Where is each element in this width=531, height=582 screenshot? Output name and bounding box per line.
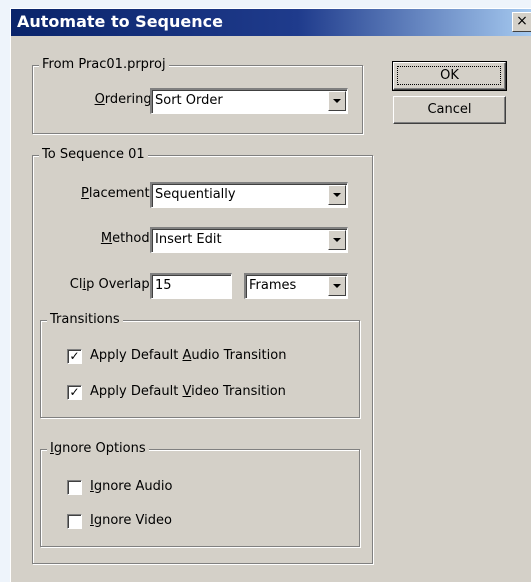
cancel-button[interactable]: Cancel xyxy=(393,96,506,124)
chevron-down-icon[interactable] xyxy=(328,276,346,296)
clip-overlap-value: 15 xyxy=(155,278,172,293)
close-icon[interactable]: × xyxy=(512,12,531,32)
dialog-title: Automate to Sequence xyxy=(17,12,223,31)
checkbox-box[interactable] xyxy=(67,480,82,495)
ignore-options-group: Ignore Options Ignore Audio Ignore Video xyxy=(40,441,360,547)
automate-to-sequence-dialog: Automate to Sequence × From Prac01.prpro… xyxy=(10,8,531,582)
ordering-value: Sort Order xyxy=(155,93,223,108)
clip-overlap-input[interactable]: 15 xyxy=(150,273,232,299)
placement-select[interactable]: Sequentially xyxy=(150,182,348,208)
to-sequence-group: To Sequence 01 Placement: Sequentially M… xyxy=(32,147,373,564)
ignore-video-label: Ignore Video xyxy=(90,513,172,528)
clip-overlap-label: Clip Overlap: xyxy=(69,277,154,292)
checkmark-icon[interactable]: ✓ xyxy=(67,385,82,400)
ordering-label: Ordering: xyxy=(94,92,156,107)
placement-value: Sequentially xyxy=(155,187,236,202)
transitions-legend: Transitions xyxy=(47,312,123,327)
from-project-legend: From Prac01.prproj xyxy=(39,57,169,72)
ignore-audio-label: Ignore Audio xyxy=(90,479,173,494)
chevron-down-icon[interactable] xyxy=(328,91,346,111)
checkbox-box[interactable] xyxy=(67,514,82,529)
method-select[interactable]: Insert Edit xyxy=(150,227,348,253)
ignore-options-legend: Ignore Options xyxy=(47,441,149,456)
clip-overlap-unit-value: Frames xyxy=(249,278,297,293)
clip-overlap-unit-select[interactable]: Frames xyxy=(244,273,348,299)
chevron-down-icon[interactable] xyxy=(328,185,346,205)
method-value: Insert Edit xyxy=(155,232,222,247)
apply-video-transition-label: Apply Default Video Transition xyxy=(90,384,286,399)
from-project-group: From Prac01.prproj Ordering: Sort Order xyxy=(32,57,363,134)
transitions-group: Transitions ✓ Apply Default Audio Transi… xyxy=(40,312,360,418)
method-label: Method: xyxy=(100,231,154,246)
chevron-down-icon[interactable] xyxy=(328,230,346,250)
ok-button[interactable]: OK xyxy=(392,61,507,91)
to-sequence-legend: To Sequence 01 xyxy=(39,147,148,162)
placement-label: Placement: xyxy=(81,186,154,201)
checkmark-icon[interactable]: ✓ xyxy=(67,349,82,364)
ordering-select[interactable]: Sort Order xyxy=(150,88,348,114)
apply-audio-transition-label: Apply Default Audio Transition xyxy=(90,348,287,363)
title-bar[interactable]: Automate to Sequence × xyxy=(11,9,531,36)
